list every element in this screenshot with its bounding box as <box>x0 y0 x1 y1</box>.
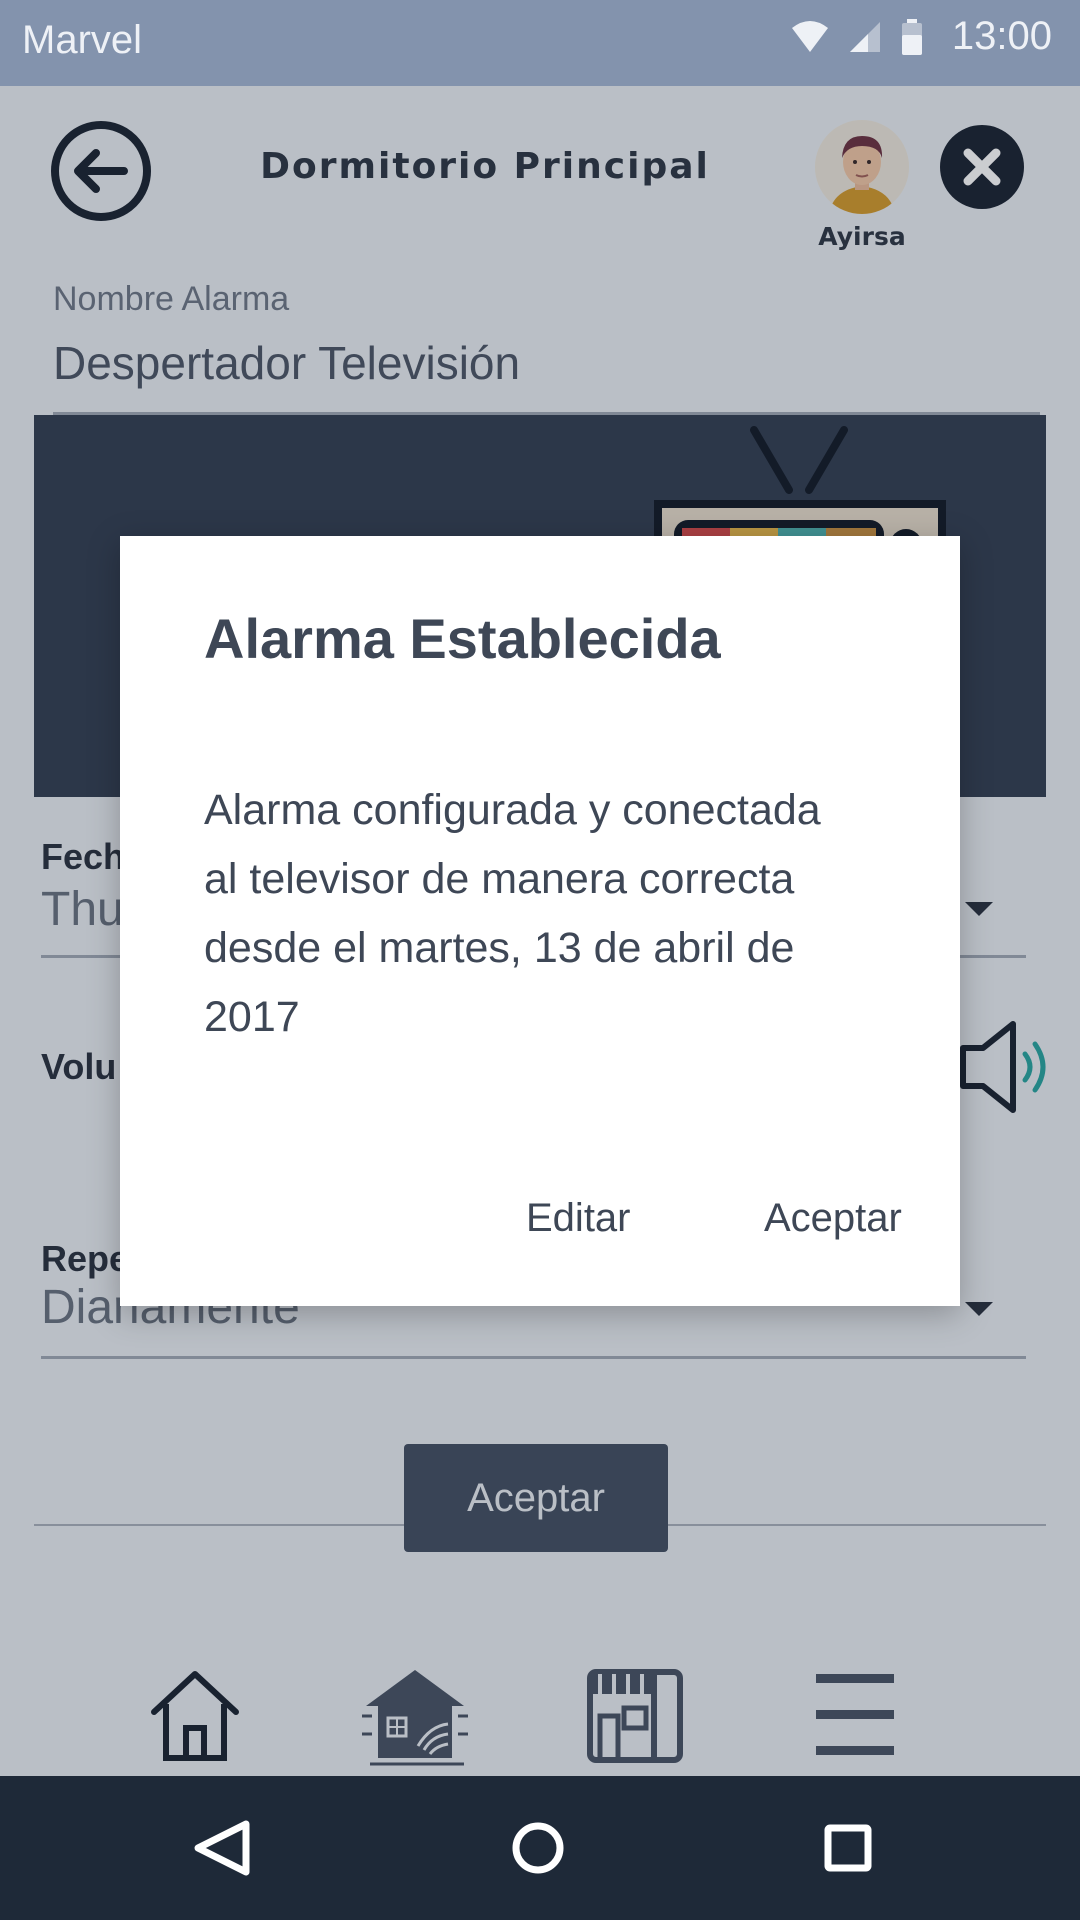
alarm-dialog: Alarma Establecida Alarma configurada y … <box>120 536 960 1306</box>
close-button[interactable] <box>940 125 1024 209</box>
edit-button[interactable]: Editar <box>526 1196 631 1241</box>
page-title: Dormitorio Principal <box>260 146 710 187</box>
volume-label: Volu <box>41 1046 117 1087</box>
recents-square-icon[interactable] <box>798 1798 898 1898</box>
avatar[interactable] <box>815 120 909 214</box>
battery-icon <box>901 18 922 55</box>
home-circle-icon[interactable] <box>488 1798 588 1898</box>
back-icon[interactable] <box>50 120 152 222</box>
user-avatar-icon <box>815 120 909 214</box>
date-label: Fech <box>41 836 126 877</box>
back-triangle-icon[interactable] <box>170 1798 270 1898</box>
repeat-dropdown-arrow[interactable] <box>965 1302 993 1316</box>
carrier-name: Marvel <box>22 18 143 62</box>
bottom-nav <box>0 1660 1080 1776</box>
user-name: Ayirsa <box>818 222 906 251</box>
signal-icon <box>849 21 880 52</box>
smart-home-icon[interactable] <box>360 1660 470 1770</box>
clock: 13:00 <box>951 14 1052 58</box>
accept-button[interactable]: Aceptar <box>404 1444 668 1552</box>
alarm-name-label: Nombre Alarma <box>53 280 290 318</box>
repeat-underline <box>41 1356 1026 1359</box>
speaker-icon[interactable] <box>955 1018 1055 1116</box>
app-screen: Marvel 13:00 Dormitorio Principal Ayirsa… <box>0 0 1080 1920</box>
menu-icon[interactable] <box>800 1660 910 1770</box>
status-icons: 13:00 <box>790 14 1052 59</box>
close-icon <box>963 148 1001 186</box>
alarm-name-input[interactable]: Despertador Televisión <box>53 336 520 390</box>
repeat-label: Repe <box>41 1238 130 1279</box>
dialog-title: Alarma Establecida <box>204 607 721 670</box>
dialog-accept-button[interactable]: Aceptar <box>764 1196 902 1241</box>
wifi-icon <box>791 20 828 52</box>
date-select-value[interactable]: Thu <box>41 882 124 937</box>
dialog-message: Alarma configurada y conectada al televi… <box>204 786 821 1041</box>
system-nav-bar <box>0 1776 1080 1920</box>
date-dropdown-arrow[interactable] <box>965 902 993 916</box>
store-icon[interactable] <box>580 1660 690 1770</box>
status-bar: Marvel 13:00 <box>0 0 1080 86</box>
home-icon[interactable] <box>140 1660 250 1770</box>
